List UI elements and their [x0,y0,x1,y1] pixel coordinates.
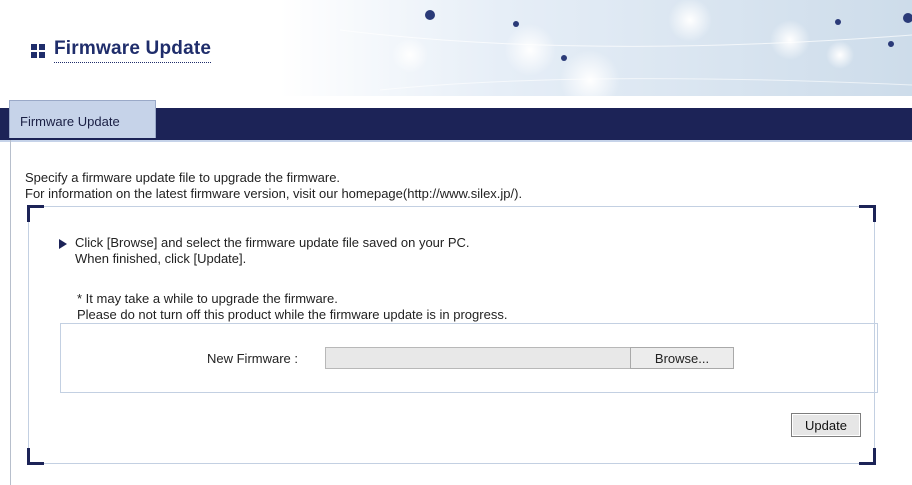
corner-mark [27,205,44,222]
note-line-2: Please do not turn off this product whil… [77,307,508,322]
header-bubbles-graphic [339,0,912,96]
corner-mark [859,448,876,465]
warning-note: * It may take a while to upgrade the fir… [77,291,507,323]
grid-icon [31,43,45,58]
intro-line-1: Specify a firmware update file to upgrad… [25,170,341,185]
intro-line-2: For information on the latest firmware v… [25,186,523,201]
firmware-panel: Click [Browse] and select the firmware u… [27,205,878,465]
firmware-file-input[interactable] [325,347,631,369]
title-wrap: Firmware Update [31,38,212,63]
note-line-1: * It may take a while to upgrade the fir… [77,291,338,306]
instructions: Click [Browse] and select the firmware u… [59,235,470,267]
update-button[interactable]: Update [791,413,861,437]
tab-underline [0,140,912,142]
corner-mark [27,448,44,465]
instruction-line-2: When finished, click [Update]. [75,251,247,266]
tab-firmware-update[interactable]: Firmware Update [9,100,156,138]
page-title: Firmware Update [54,38,212,63]
browse-button[interactable]: Browse... [630,347,734,369]
tab-label: Firmware Update [20,114,120,129]
intro-text: Specify a firmware update file to upgrad… [25,170,522,202]
header-decoration [280,0,912,96]
instruction-line-1: Click [Browse] and select the firmware u… [75,235,470,250]
page-header: Firmware Update [0,0,912,96]
left-divider [10,140,11,485]
new-firmware-label: New Firmware : [207,351,299,366]
corner-mark [859,205,876,222]
arrow-right-icon [59,239,67,249]
